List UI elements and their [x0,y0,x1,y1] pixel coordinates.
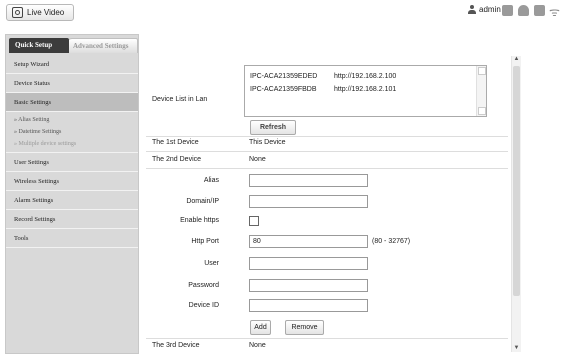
divider [146,168,508,169]
sidebar-item-record-settings[interactable]: Record Settings [6,210,138,229]
camera-icon [12,7,23,18]
sidebar-subitem-multiple-device[interactable]: » Multiple device settings [6,138,138,150]
speaker-icon[interactable] [534,5,545,16]
device-id-input[interactable] [249,299,368,312]
alias-label: Alias [203,177,219,184]
device-list-label: Device List in Lan [152,96,208,103]
alias-input[interactable] [249,174,368,187]
device-list-scrollbar[interactable] [476,66,486,116]
headset-icon[interactable] [518,5,529,16]
sidebar-item-tools[interactable]: Tools [6,229,138,248]
tab-quick-setup[interactable]: Quick Setup [9,38,69,53]
user-info: admin [468,5,501,14]
top-bar: Live Video admin ᯤ [0,0,566,22]
third-device-label: The 3rd Device [152,342,200,349]
page-scrollbar[interactable]: ▲ ▼ [511,56,521,352]
second-device-label: The 2nd Device [152,156,202,163]
divider [146,151,508,152]
wifi-icon[interactable]: ᯤ [549,3,560,20]
scroll-up-icon[interactable] [478,67,486,75]
refresh-button[interactable]: Refresh [250,120,296,135]
scrollbar-thumb[interactable] [513,66,520,296]
scroll-up-icon[interactable]: ▲ [513,56,520,63]
third-device-value: None [249,342,266,349]
divider [146,136,508,137]
sidebar-item-wireless-settings[interactable]: Wireless Settings [6,172,138,191]
first-device-label: The 1st Device [152,139,199,146]
device-id-label: Device ID [188,302,219,309]
sidebar-menu: Setup Wizard Device Status Basic Setting… [6,55,138,248]
second-device-value: None [249,156,266,163]
live-video-label: Live Video [27,8,65,17]
enable-https-checkbox[interactable] [249,216,259,226]
http-port-label: Http Port [191,238,219,245]
live-video-button[interactable]: Live Video [6,4,74,21]
sidebar-subitem-datetime[interactable]: » Datetime Settings [6,126,138,138]
sidebar-item-user-settings[interactable]: User Settings [6,153,138,172]
add-button[interactable]: Add [250,320,271,335]
password-input[interactable] [249,279,368,292]
sidebar-item-device-status[interactable]: Device Status [6,74,138,93]
http-port-input[interactable]: 80 [249,235,368,248]
sidebar-item-basic-settings[interactable]: Basic Settings [6,93,138,112]
http-port-range: (80 - 32767) [372,238,411,245]
tab-advanced-settings[interactable]: Advanced Settings [66,38,138,53]
sidebar-item-alarm-settings[interactable]: Alarm Settings [6,191,138,210]
scroll-down-icon[interactable]: ▼ [513,345,520,352]
scroll-down-icon[interactable] [478,107,486,115]
divider [146,338,508,339]
sidebar-tabs: Advanced Settings Quick Setup [6,35,138,53]
device-list-name-1[interactable]: IPC-ACA21359EDED [250,73,317,80]
device-list-url-2[interactable]: http://192.168.2.101 [334,86,396,93]
person-icon [468,5,476,14]
domain-input[interactable] [249,195,368,208]
sidebar-submenu: » Alias Setting » Datetime Settings » Mu… [6,112,138,153]
password-label: Password [188,282,219,289]
remove-button[interactable]: Remove [285,320,324,335]
sidebar: Advanced Settings Quick Setup Setup Wiza… [5,34,139,354]
device-list-url-1[interactable]: http://192.168.2.100 [334,73,396,80]
device-list-name-2[interactable]: IPC-ACA21359FBDB [250,86,317,93]
device-list[interactable]: IPC-ACA21359EDED http://192.168.2.100 IP… [244,65,487,117]
username: admin [479,5,501,14]
enable-https-label: Enable https [180,217,219,224]
sidebar-subitem-alias[interactable]: » Alias Setting [6,114,138,126]
monitor-icon[interactable] [502,5,513,16]
user-label: User [204,260,219,267]
domain-label: Domain/IP [186,198,219,205]
user-input[interactable] [249,257,368,270]
sidebar-item-setup-wizard[interactable]: Setup Wizard [6,55,138,74]
first-device-value: This Device [249,139,286,146]
